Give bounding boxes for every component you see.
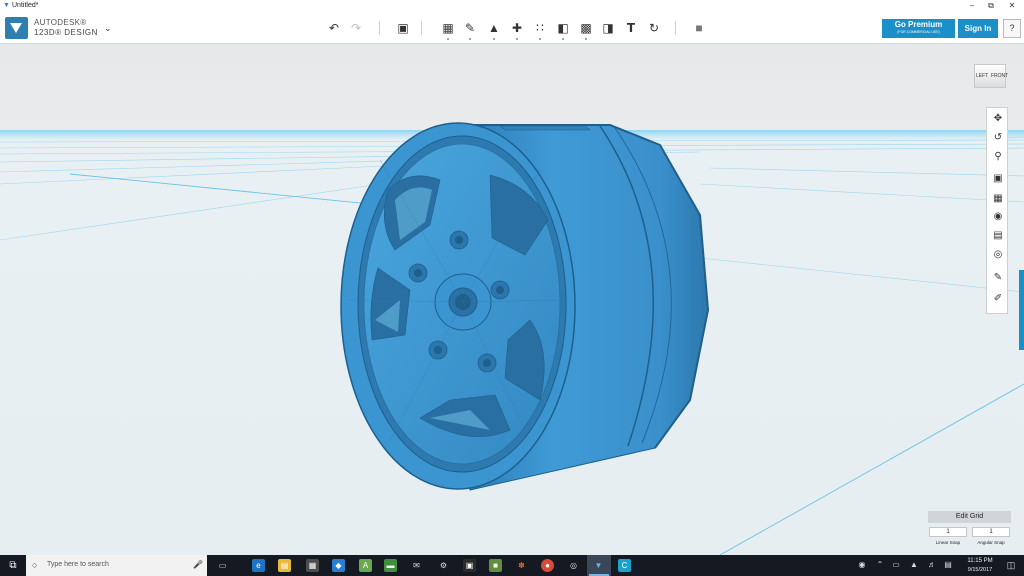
paint-icon[interactable]: ✐ — [991, 292, 1005, 306]
views-icon[interactable]: ▦ — [991, 192, 1005, 206]
keyboard-icon[interactable]: ▤ — [942, 560, 954, 570]
123d-design-icon[interactable]: ▼ — [592, 559, 605, 572]
volume-icon[interactable]: ♬ — [926, 560, 938, 570]
steam-icon[interactable]: ⚙ — [437, 559, 450, 572]
snap-icon[interactable]: ↻ — [646, 20, 662, 36]
tray-app-icon[interactable]: ◉ — [855, 560, 869, 570]
app-logo[interactable] — [5, 17, 28, 39]
construct-icon[interactable]: ▲ — [486, 20, 502, 36]
transform-icon[interactable]: ▣ — [395, 20, 411, 36]
task-view-icon[interactable]: ▭ — [216, 559, 229, 572]
cura-icon[interactable]: C — [618, 559, 631, 572]
3d-viewport[interactable]: LEFT FRONT ✥ ↺ ⚲ ▣ ▦ ◉ ▤ ◎ ✎ ✐ Edit Grid… — [0, 44, 1024, 555]
angular-snap-label: Angular Snap — [977, 540, 1005, 545]
store-icon[interactable]: ▦ — [306, 559, 319, 572]
notifications-icon[interactable]: ◫ — [1004, 560, 1018, 571]
dropdown-dot — [469, 38, 471, 40]
edit-grid-button[interactable]: Edit Grid — [928, 511, 1011, 523]
text-tool-icon[interactable]: T — [623, 20, 639, 36]
orbit-icon[interactable]: ↺ — [991, 131, 1005, 145]
cinema-icon[interactable]: ▣ — [463, 559, 476, 572]
taskbar-date[interactable]: 9/15/2017 — [960, 567, 1000, 573]
title-bar: ▼ Untitled* – ⧉ ✕ — [0, 0, 1024, 12]
grid-panel: Edit Grid 1 1 Linear Snap Angular Snap — [928, 511, 1011, 547]
material-icon[interactable]: ■ — [691, 20, 707, 36]
window-title: Untitled* — [12, 2, 39, 9]
primitives-icon[interactable]: ▦ — [440, 20, 456, 36]
dropdown-dot — [447, 38, 449, 40]
dropdown-dot — [562, 38, 564, 40]
visibility-icon[interactable]: ◉ — [991, 210, 1005, 224]
mail-icon[interactable]: ✉ — [410, 559, 423, 572]
brand-line-1: AUTODESK® — [34, 18, 87, 27]
angular-snap-input[interactable]: 1 — [972, 527, 1010, 537]
materials-icon[interactable]: ▤ — [991, 229, 1005, 243]
tray-battery-icon[interactable]: ▭ — [890, 560, 902, 570]
view-cube-left-label[interactable]: LEFT — [976, 73, 988, 79]
search-placeholder: Type here to search — [47, 561, 109, 568]
view-cube[interactable]: LEFT FRONT — [970, 58, 1010, 92]
android-studio-icon[interactable]: A — [359, 559, 372, 572]
file-explorer-icon[interactable]: ▤ — [278, 559, 291, 572]
grouping-icon[interactable]: ◧ — [555, 20, 571, 36]
taskbar-time[interactable]: 11:15 PM — [960, 558, 1000, 564]
dropbox-icon[interactable]: ◆ — [332, 559, 345, 572]
fit-icon[interactable]: ▣ — [991, 172, 1005, 186]
pattern-icon[interactable]: ∷ — [532, 20, 548, 36]
tablet-icon[interactable]: ▬ — [384, 559, 397, 572]
pan-icon[interactable]: ✥ — [991, 112, 1005, 126]
toolbar-divider — [379, 21, 380, 35]
dropdown-dot — [516, 38, 518, 40]
edge-icon[interactable]: e — [252, 559, 265, 572]
windows-taskbar: ⧉ ○ Type here to search 🎤 ▭ e ▤ ▦ ◆ A ▬ … — [0, 555, 1024, 576]
minecraft-icon[interactable]: ■ — [489, 559, 502, 572]
navigation-bar: ✥ ↺ ⚲ ▣ ▦ ◉ ▤ ◎ ✎ ✐ — [986, 107, 1008, 314]
microphone-icon[interactable]: 🎤 — [193, 560, 203, 569]
windows-start-icon[interactable]: ⧉ — [0, 555, 26, 576]
side-panel-tab[interactable] — [1019, 270, 1024, 350]
view-cube-front-label[interactable]: FRONT — [991, 73, 1008, 79]
help-button[interactable]: ? — [1003, 19, 1021, 38]
dropdown-dot — [539, 38, 541, 40]
taskbar-search[interactable]: ○ Type here to search 🎤 — [26, 555, 207, 576]
cortana-circle-icon: ○ — [32, 560, 38, 570]
linear-snap-input[interactable]: 1 — [929, 527, 967, 537]
dropdown-dot — [585, 38, 587, 40]
app-circle-icon[interactable]: ◎ — [567, 559, 580, 572]
redo-icon: ↷ — [350, 21, 362, 35]
close-icon[interactable]: ✕ — [1003, 0, 1021, 12]
minimize-icon[interactable]: – — [963, 0, 981, 12]
tray-expand-icon[interactable]: ⌃ — [875, 560, 885, 570]
combine-icon[interactable]: ▩ — [578, 20, 594, 36]
app-icon[interactable]: ✽ — [515, 559, 528, 572]
sign-in-button[interactable]: Sign In — [958, 19, 998, 38]
sketch-icon[interactable]: ✎ — [462, 20, 478, 36]
chrome-icon[interactable]: ● — [541, 559, 554, 572]
wheel-model[interactable] — [0, 44, 1024, 555]
toolbar-divider — [421, 21, 422, 35]
app-toolbar: AUTODESK® 123D® DESIGN ⌄ ↶ ↷ ▣ ▦ ✎ ▲ ✚ ∷… — [0, 12, 1024, 44]
modify-icon[interactable]: ✚ — [509, 20, 525, 36]
measure-icon[interactable]: ◨ — [600, 20, 616, 36]
zoom-icon[interactable]: ⚲ — [991, 150, 1005, 164]
camera-icon[interactable]: ◎ — [991, 248, 1005, 262]
undo-icon[interactable]: ↶ — [326, 20, 342, 36]
linear-snap-label: Linear Snap — [935, 540, 961, 545]
go-premium-button[interactable]: Go Premium (FOR COMMERCIAL USE) — [882, 19, 955, 38]
maximize-icon[interactable]: ⧉ — [982, 0, 1000, 12]
chevron-down-icon[interactable]: ⌄ — [104, 23, 112, 34]
app-triangle-icon: ▼ — [3, 2, 10, 9]
edit-icon[interactable]: ✎ — [991, 271, 1005, 285]
wifi-icon[interactable]: ▲ — [908, 560, 920, 570]
brand-line-2: 123D® DESIGN — [34, 28, 98, 37]
dropdown-dot — [493, 38, 495, 40]
toolbar-divider — [675, 21, 676, 35]
